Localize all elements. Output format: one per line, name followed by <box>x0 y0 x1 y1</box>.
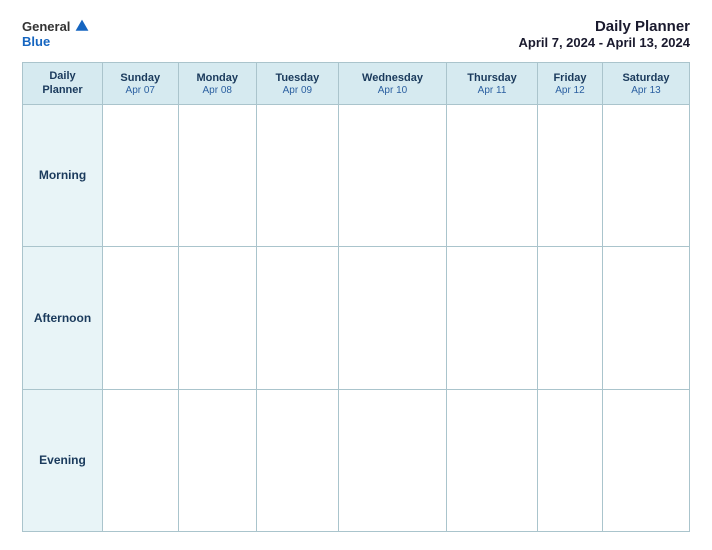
afternoon-label: Afternoon <box>23 247 103 389</box>
morning-saturday-cell[interactable] <box>603 104 690 246</box>
evening-tuesday-cell[interactable] <box>256 389 338 531</box>
header-label-cell: Daily Planner <box>23 63 103 105</box>
header-monday: Monday Apr 08 <box>178 63 256 105</box>
evening-saturday-cell[interactable] <box>603 389 690 531</box>
header-sunday: Sunday Apr 07 <box>103 63 179 105</box>
morning-tuesday-cell[interactable] <box>256 104 338 246</box>
logo-blue-text: Blue <box>22 34 50 49</box>
morning-row: Morning <box>23 104 690 246</box>
evening-friday-cell[interactable] <box>537 389 602 531</box>
evening-monday-cell[interactable] <box>178 389 256 531</box>
afternoon-sunday-cell[interactable] <box>103 247 179 389</box>
title-area: Daily Planner April 7, 2024 - April 13, … <box>519 18 691 50</box>
afternoon-saturday-cell[interactable] <box>603 247 690 389</box>
page-title: Daily Planner <box>519 18 691 35</box>
evening-thursday-cell[interactable] <box>447 389 538 531</box>
header-wednesday: Wednesday Apr 10 <box>338 63 446 105</box>
logo-area: General Blue <box>22 18 90 49</box>
calendar-table: Daily Planner Sunday Apr 07 Monday Apr 0… <box>22 62 690 532</box>
header-label-line1: Daily <box>27 69 98 83</box>
header-saturday: Saturday Apr 13 <box>603 63 690 105</box>
date-range: April 7, 2024 - April 13, 2024 <box>519 35 691 50</box>
morning-sunday-cell[interactable] <box>103 104 179 246</box>
afternoon-row: Afternoon <box>23 247 690 389</box>
evening-row: Evening <box>23 389 690 531</box>
morning-label: Morning <box>23 104 103 246</box>
morning-monday-cell[interactable] <box>178 104 256 246</box>
logo-general-text: General <box>22 19 70 34</box>
evening-sunday-cell[interactable] <box>103 389 179 531</box>
morning-friday-cell[interactable] <box>537 104 602 246</box>
header-tuesday: Tuesday Apr 09 <box>256 63 338 105</box>
general-blue-icon <box>74 18 90 34</box>
evening-wednesday-cell[interactable] <box>338 389 446 531</box>
morning-wednesday-cell[interactable] <box>338 104 446 246</box>
header-row: Daily Planner Sunday Apr 07 Monday Apr 0… <box>23 63 690 105</box>
afternoon-thursday-cell[interactable] <box>447 247 538 389</box>
afternoon-monday-cell[interactable] <box>178 247 256 389</box>
header-friday: Friday Apr 12 <box>537 63 602 105</box>
afternoon-friday-cell[interactable] <box>537 247 602 389</box>
afternoon-tuesday-cell[interactable] <box>256 247 338 389</box>
afternoon-wednesday-cell[interactable] <box>338 247 446 389</box>
evening-label: Evening <box>23 389 103 531</box>
header-thursday: Thursday Apr 11 <box>447 63 538 105</box>
morning-thursday-cell[interactable] <box>447 104 538 246</box>
page-header: General Blue Daily Planner April 7, 2024… <box>22 18 690 50</box>
header-label-line2: Planner <box>27 83 98 97</box>
logo: General <box>22 18 90 34</box>
